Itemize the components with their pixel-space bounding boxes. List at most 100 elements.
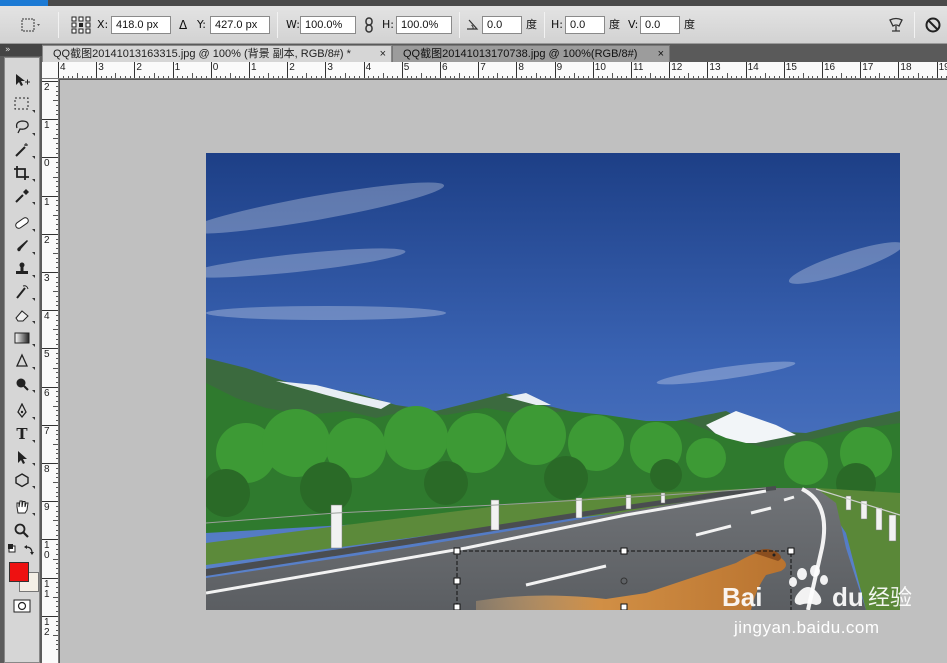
close-icon[interactable]: × — [380, 46, 386, 62]
eraser-icon[interactable] — [9, 305, 35, 325]
ruler-minor-tick — [215, 76, 217, 78]
ruler-minor-tick — [306, 73, 308, 78]
ruler-minor-tick — [525, 76, 527, 78]
ruler-minor-tick — [56, 319, 58, 321]
ruler-minor-tick — [831, 76, 833, 78]
swap-colors-icon[interactable] — [24, 545, 34, 555]
tab-document-1[interactable]: QQ截图20141013163315.jpg @ 100% (背景 副本, RG… — [42, 45, 392, 62]
ruler-label: 1 — [44, 196, 50, 208]
ruler-tick — [96, 62, 98, 78]
dodge-icon[interactable] — [9, 374, 35, 394]
ruler-minor-tick — [611, 73, 613, 78]
ruler-minor-tick — [841, 73, 843, 78]
clone-stamp-icon[interactable] — [9, 259, 35, 279]
quick-mask-icon[interactable] — [12, 598, 32, 614]
ruler-vertical[interactable]: 210123456789101112 — [42, 79, 59, 663]
tools-panel: » T — [0, 44, 42, 663]
zoom-icon[interactable] — [9, 520, 35, 540]
ruler-minor-tick — [798, 76, 800, 78]
path-select-icon[interactable] — [9, 447, 35, 467]
reference-point-locator[interactable] — [70, 15, 92, 35]
magic-wand-icon[interactable] — [9, 140, 35, 160]
marquee-tool-icon[interactable] — [9, 94, 35, 114]
ruler-tick — [58, 62, 59, 78]
ruler-minor-tick — [56, 238, 58, 240]
rotate-angle-field[interactable]: 0.0 — [482, 16, 522, 34]
tab-document-2[interactable]: QQ截图20141013170738.jpg @ 100%(RGB/8#) × — [392, 45, 670, 62]
width-field[interactable]: 100.0% — [300, 16, 356, 34]
close-icon[interactable]: × — [658, 46, 664, 62]
healing-brush-icon[interactable] — [9, 213, 35, 233]
ruler-minor-tick — [56, 257, 58, 259]
ruler-tick — [134, 62, 136, 78]
options-bar: X: 418.0 px Δ Y: 427.0 px W: 100.0% H: 1… — [0, 0, 947, 44]
ruler-tick — [249, 62, 250, 78]
ruler-label: 3 — [44, 273, 50, 284]
ruler-minor-tick — [56, 620, 58, 622]
cancel-transform-button[interactable] — [923, 15, 943, 35]
ruler-minor-tick — [56, 224, 58, 226]
ruler-minor-tick — [72, 76, 74, 78]
ruler-minor-tick — [148, 76, 150, 78]
tool-preset-picker[interactable] — [19, 16, 43, 34]
ruler-minor-tick — [56, 606, 58, 608]
ruler-tick — [745, 62, 747, 78]
ruler-label: 12 — [671, 62, 683, 73]
panel-collapse-icon[interactable]: » — [0, 44, 42, 56]
relative-position-icon[interactable]: Δ — [179, 17, 187, 33]
brush-icon[interactable] — [9, 236, 35, 256]
ruler-minor-tick — [56, 496, 58, 498]
ruler-minor-tick — [836, 76, 838, 78]
link-icon[interactable] — [363, 16, 375, 34]
move-tool-icon[interactable] — [9, 70, 35, 90]
document-image[interactable] — [206, 153, 900, 610]
warp-mode-button[interactable] — [886, 15, 906, 35]
ruler-tick — [822, 62, 823, 78]
blur-icon[interactable] — [9, 351, 35, 371]
ruler-minor-tick — [869, 76, 871, 78]
history-brush-icon[interactable] — [9, 282, 35, 302]
ruler-minor-tick — [220, 76, 222, 78]
pen-icon[interactable] — [9, 401, 35, 421]
hand-icon[interactable] — [9, 497, 35, 517]
ruler-minor-tick — [621, 76, 623, 78]
ruler-minor-tick — [56, 152, 58, 154]
ruler-minor-tick — [56, 486, 58, 488]
ruler-label: 15 — [785, 62, 797, 73]
ruler-horizontal[interactable]: 4321012345678910111213141516171819 — [42, 62, 947, 79]
default-colors-icon[interactable] — [8, 544, 16, 553]
height-field[interactable]: 100.0% — [396, 16, 452, 34]
foreground-color-swatch[interactable] — [9, 562, 29, 582]
ruler-label: 6 — [44, 387, 50, 399]
ruler-minor-tick — [56, 515, 58, 517]
type-icon[interactable]: T — [9, 424, 35, 444]
ruler-label: 0 — [212, 62, 219, 73]
gradient-icon[interactable] — [9, 328, 35, 348]
ruler-minor-tick — [53, 520, 58, 522]
ruler-minor-tick — [56, 133, 58, 135]
shape-icon[interactable] — [9, 470, 35, 490]
ruler-tick — [210, 62, 212, 78]
ruler-minor-tick — [339, 76, 341, 78]
ruler-label: 2 — [44, 626, 50, 638]
crop-tool-icon[interactable] — [9, 163, 35, 183]
vertical-skew-unit: 度 — [684, 18, 695, 31]
ruler-minor-tick — [673, 76, 675, 78]
ruler-minor-tick — [506, 76, 508, 78]
ruler-minor-tick — [454, 76, 456, 78]
ruler-minor-tick — [56, 644, 58, 646]
ruler-tick — [669, 62, 671, 78]
ruler-minor-tick — [764, 73, 766, 78]
ruler-minor-tick — [807, 76, 809, 78]
ruler-minor-tick — [53, 558, 58, 560]
y-position-field[interactable]: 427.0 px — [210, 16, 270, 34]
horizontal-skew-field[interactable]: 0.0 — [565, 16, 605, 34]
vertical-skew-field[interactable]: 0.0 — [640, 16, 680, 34]
eyedropper-icon[interactable] — [9, 186, 35, 206]
ruler-minor-tick — [449, 76, 451, 78]
lasso-tool-icon[interactable] — [9, 117, 35, 137]
ruler-minor-tick — [511, 76, 513, 78]
ruler-minor-tick — [545, 76, 547, 78]
x-position-field[interactable]: 418.0 px — [111, 16, 171, 34]
ruler-minor-tick — [53, 596, 58, 598]
